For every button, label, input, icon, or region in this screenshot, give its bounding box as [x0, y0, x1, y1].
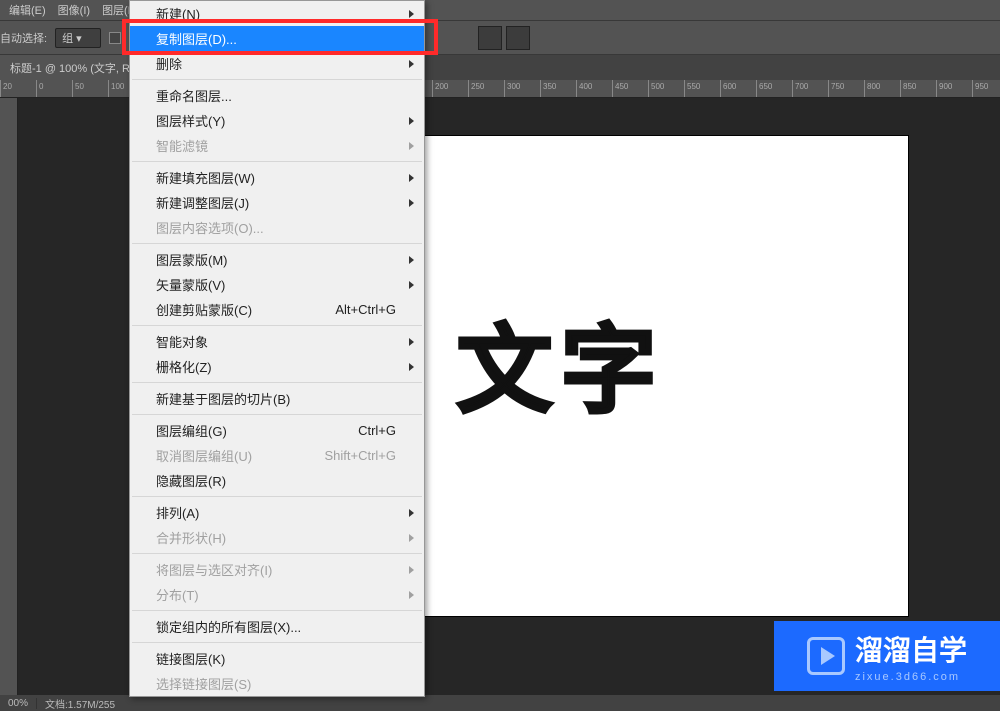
ruler-vertical [0, 98, 18, 695]
menu-item: 合并形状(H) [130, 525, 424, 550]
menu-item[interactable]: 新建填充图层(W) [130, 165, 424, 190]
menu-item[interactable]: 新建(N) [130, 1, 424, 26]
watermark-sub: zixue.3d66.com [855, 671, 960, 683]
menu-item: 智能滤镜 [130, 133, 424, 158]
auto-select-dropdown[interactable]: 组 ▾ [55, 28, 101, 48]
menu-item: 取消图层编组(U)Shift+Ctrl+G [130, 443, 424, 468]
menu-item[interactable]: 锁定组内的所有图层(X)... [130, 614, 424, 639]
doc-info[interactable]: 文档:1.57M/255 [37, 696, 123, 711]
menu-item[interactable]: 图层蒙版(M) [130, 247, 424, 272]
layer-menu-dropdown: 新建(N)复制图层(D)...删除重命名图层...图层样式(Y)智能滤镜新建填充… [129, 0, 425, 697]
menu-item[interactable]: 创建剪贴蒙版(C)Alt+Ctrl+G [130, 297, 424, 322]
watermark-main: 溜溜自学 [855, 629, 967, 669]
menu-item[interactable]: 复制图层(D)... [130, 26, 424, 51]
menu-item[interactable]: 隐藏图层(R) [130, 468, 424, 493]
align-icon[interactable] [506, 26, 530, 50]
menu-item: 选择链接图层(S) [130, 671, 424, 696]
menu-item[interactable]: 矢量蒙版(V) [130, 272, 424, 297]
menu-item[interactable]: 链接图层(K) [130, 646, 424, 671]
menu-item[interactable]: 新建调整图层(J) [130, 190, 424, 215]
watermark-badge: 溜溜自学 zixue.3d66.com [774, 621, 1000, 691]
auto-select-label: 自动选择: [0, 30, 47, 46]
menu-edit[interactable]: 编辑(E) [3, 0, 52, 20]
menu-image[interactable]: 图像(I) [52, 0, 96, 20]
transform-checkbox[interactable] [109, 32, 121, 44]
play-icon [807, 637, 845, 675]
canvas-text-layer[interactable]: 文字 [457, 293, 665, 432]
menu-item[interactable]: 智能对象 [130, 329, 424, 354]
menu-item[interactable]: 重命名图层... [130, 83, 424, 108]
menu-item: 分布(T) [130, 582, 424, 607]
menu-item[interactable]: 新建基于图层的切片(B) [130, 386, 424, 411]
align-icon[interactable] [478, 26, 502, 50]
menu-item[interactable]: 删除 [130, 51, 424, 76]
menu-item[interactable]: 排列(A) [130, 500, 424, 525]
menu-item: 将图层与选区对齐(I) [130, 557, 424, 582]
menu-item[interactable]: 栅格化(Z) [130, 354, 424, 379]
menu-item[interactable]: 图层样式(Y) [130, 108, 424, 133]
menu-item: 图层内容选项(O)... [130, 215, 424, 240]
status-bar: 00% 文档:1.57M/255 [0, 695, 1000, 711]
zoom-level[interactable]: 00% [0, 698, 37, 709]
alignment-icons [478, 26, 530, 50]
menu-item[interactable]: 图层编组(G)Ctrl+G [130, 418, 424, 443]
